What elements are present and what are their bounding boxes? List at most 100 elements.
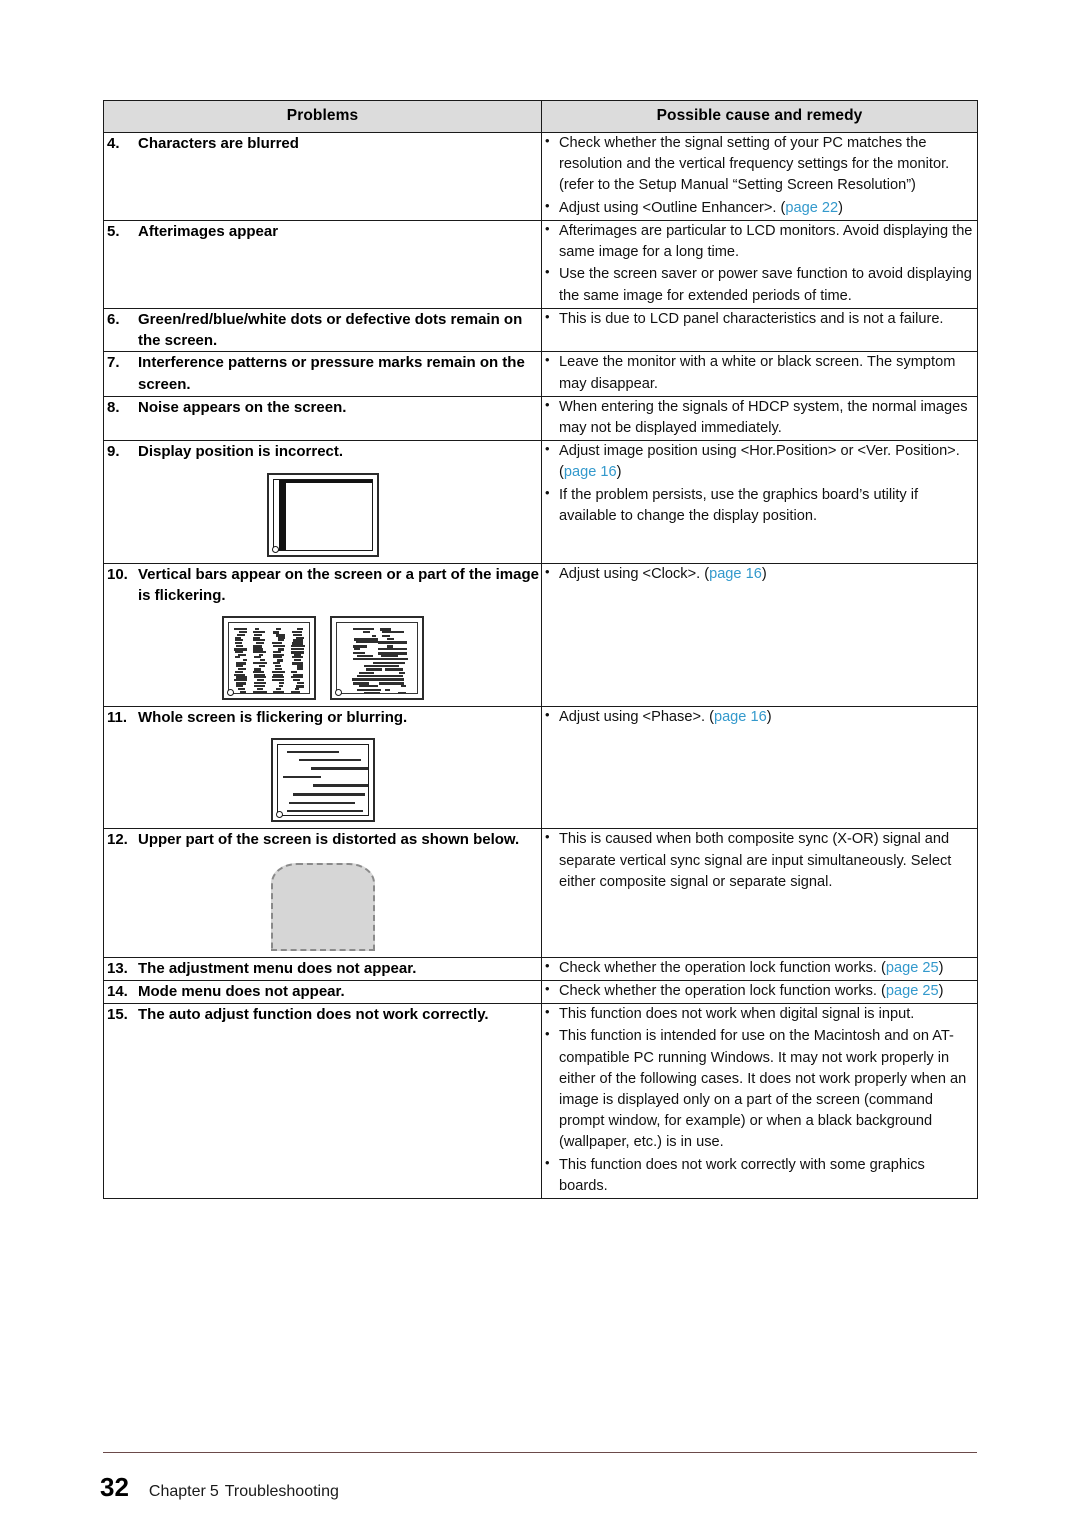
- problem-text: Vertical bars appear on the screen or a …: [138, 565, 539, 604]
- remedy-item: This function does not work correctly wi…: [542, 1154, 977, 1197]
- footer-chapter-title: Troubleshooting: [224, 1483, 339, 1500]
- remedy-text: Leave the monitor with a white or black …: [559, 354, 956, 392]
- remedy-cell: This is due to LCD panel characteristics…: [541, 308, 978, 353]
- problem-text: The adjustment menu does not appear.: [138, 959, 417, 977]
- remedy-item: Use the screen saver or power save funct…: [542, 263, 977, 306]
- remedy-item: Adjust image position using <Hor.Positio…: [542, 440, 977, 483]
- table-row: 13. The adjustment menu does not appear. C…: [103, 956, 978, 981]
- remedy-item: This is due to LCD panel characteristics…: [542, 308, 977, 330]
- problem-text: The auto adjust function does not work c…: [138, 1006, 489, 1024]
- remedy-text-tail: ): [766, 709, 772, 726]
- problem-text: Interference patterns or pressure marks …: [138, 354, 525, 393]
- footer-chapter-number: 5: [209, 1483, 219, 1500]
- remedy-item: Adjust using <Phase>. (page 16): [542, 706, 977, 728]
- table-body: 4. Characters are blurred Check whether th…: [103, 132, 978, 1200]
- remedy-cell: When entering the signals of HDCP system…: [541, 396, 978, 442]
- flickering-screen-diagram: [104, 738, 541, 823]
- remedy-cell: Adjust using <Clock>. (page 16): [541, 563, 978, 708]
- remedy-item: When entering the signals of HDCP system…: [542, 396, 977, 439]
- remedy-item: Check whether the operation lock functio…: [542, 980, 977, 1002]
- text-line: [286, 810, 363, 813]
- remedy-item: This function does not work when digital…: [542, 1003, 977, 1025]
- noise-column: [233, 627, 247, 694]
- noise-column: [271, 627, 285, 694]
- table-row: 10. Vertical bars appear on the screen or…: [103, 563, 978, 708]
- problem-text: Afterimages appear: [138, 222, 279, 240]
- column-header-problems: Problems: [103, 100, 542, 133]
- problem-cell: 13. The adjustment menu does not appear.: [103, 956, 542, 981]
- table-row: 11. Whole screen is flickering or blurrin…: [103, 706, 978, 830]
- monitor-frame-icon: [329, 616, 424, 701]
- remedy-text: Adjust using <Clock>. (: [559, 565, 710, 582]
- remedy-list: Afterimages are particular to LCD monito…: [542, 220, 977, 307]
- remedy-text-tail: ): [616, 464, 622, 481]
- remedy-list: Adjust image position using <Hor.Positio…: [542, 440, 977, 527]
- remedy-text: If the problem persists, use the graphic…: [559, 486, 919, 524]
- footer-chapter-label: Chapter 5 Troubleshooting: [149, 1483, 339, 1501]
- remedy-list: This is due to LCD panel characteristics…: [542, 308, 977, 330]
- remedy-cell: Adjust using <Phase>. (page 16): [541, 706, 978, 830]
- noise-column: [376, 627, 408, 694]
- problem-cell: 11. Whole screen is flickering or blurrin…: [103, 706, 542, 830]
- page-reference-link[interactable]: page 22: [785, 200, 838, 216]
- problem-number: 4.: [107, 135, 120, 152]
- monitor-screen-area: [335, 622, 418, 695]
- noise-column: [290, 627, 305, 694]
- remedy-cell: Check whether the operation lock functio…: [541, 980, 978, 1005]
- text-line: [286, 751, 339, 754]
- text-line: [282, 776, 321, 779]
- remedy-list: Check whether the operation lock functio…: [542, 957, 977, 979]
- monitor-frame-icon: [221, 616, 316, 701]
- table-row: 8. Noise appears on the screen. When enter…: [103, 396, 978, 442]
- noise-pattern: [342, 627, 412, 694]
- problem-number: 6.: [107, 310, 120, 328]
- remedy-text-tail: ): [938, 982, 944, 999]
- remedy-item: Leave the monitor with a white or black …: [542, 351, 977, 394]
- problem-cell: 7. Interference patterns or pressure mark…: [103, 351, 542, 397]
- page-reference-link[interactable]: page 16: [564, 464, 617, 480]
- page-reference-link[interactable]: page 16: [714, 709, 767, 725]
- monitor-frame-icon: [266, 472, 379, 557]
- monitor-frame-icon: [270, 738, 375, 823]
- problem-number: 15.: [107, 1006, 128, 1024]
- monitor-screen-area: [272, 478, 373, 551]
- remedy-item: Check whether the operation lock functio…: [542, 957, 977, 979]
- page-reference-link[interactable]: page 25: [886, 983, 939, 999]
- column-header-remedy: Possible cause and remedy: [541, 100, 978, 133]
- remedy-item: This is caused when both composite sync …: [542, 828, 977, 893]
- problem-number: 8.: [107, 398, 120, 416]
- remedy-item: Afterimages are particular to LCD monito…: [542, 220, 977, 263]
- table-row: 14. Mode menu does not appear. Check wheth…: [103, 980, 978, 1005]
- page-reference-link[interactable]: page 25: [886, 960, 939, 976]
- remedy-text: Use the screen saver or power save funct…: [559, 266, 972, 304]
- problem-number: 10.: [107, 565, 128, 583]
- problem-number: 14.: [107, 982, 128, 1000]
- problem-text: Green/red/blue/white dots or defective d…: [138, 310, 523, 350]
- remedy-item: Check whether the signal setting of your…: [542, 132, 977, 197]
- remedy-text-tail: ): [761, 565, 767, 582]
- problem-number: 11.: [107, 709, 128, 727]
- text-line: [292, 793, 365, 797]
- table-row: 9. Display position is incorrect. Adjust i…: [103, 440, 978, 564]
- remedy-cell: Check whether the signal setting of your…: [541, 132, 978, 221]
- remedy-cell: Adjust image position using <Hor.Positio…: [541, 440, 978, 564]
- footer-divider: [103, 1452, 977, 1453]
- table-row: 15. The auto adjust function does not wor…: [103, 1003, 978, 1200]
- problem-text: Characters are blurred: [138, 135, 299, 152]
- problem-cell: 9. Display position is incorrect.: [103, 440, 542, 564]
- problem-number: 7.: [107, 354, 120, 372]
- footer-chapter-word: Chapter: [148, 1483, 206, 1500]
- monitor-screen-area: [227, 622, 310, 695]
- problem-text: Mode menu does not appear.: [138, 982, 345, 1000]
- table-row: 6. Green/red/blue/white dots or defective…: [103, 308, 978, 353]
- remedy-list: When entering the signals of HDCP system…: [542, 396, 977, 439]
- footer-page-number: 32: [100, 1472, 129, 1502]
- table-row: 12. Upper part of the screen is distorted…: [103, 828, 978, 958]
- problem-text: Noise appears on the screen.: [138, 398, 347, 416]
- troubleshooting-table: Problems Possible cause and remedy 4. Cha…: [103, 100, 978, 1200]
- page-reference-link[interactable]: page 16: [709, 566, 762, 582]
- remedy-list: Leave the monitor with a white or black …: [542, 351, 977, 394]
- table-row: 5. Afterimages appear Afterimages are part…: [103, 220, 978, 309]
- problem-text: Upper part of the screen is distorted as…: [138, 831, 520, 849]
- page-footer: 32 Chapter 5 Troubleshooting: [100, 1472, 339, 1503]
